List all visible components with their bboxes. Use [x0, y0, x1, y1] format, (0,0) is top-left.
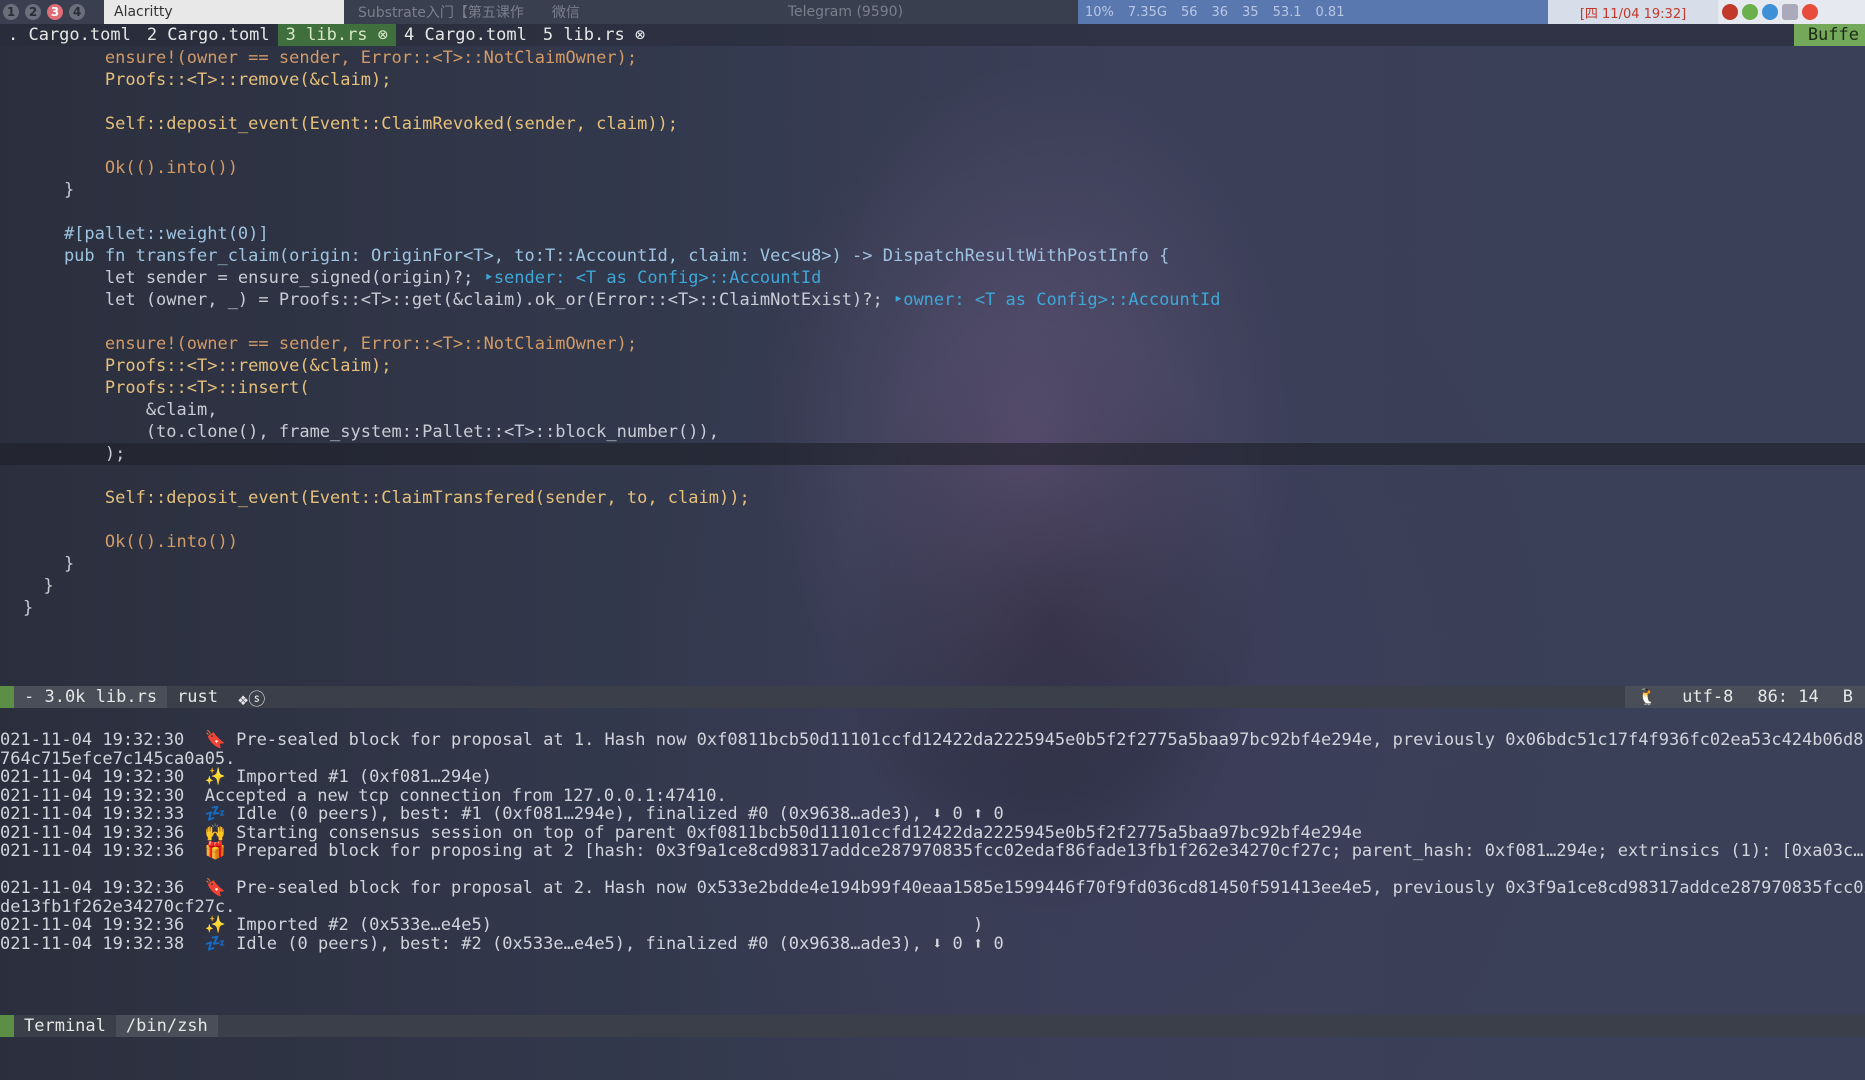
load-stat: 0.81: [1315, 4, 1345, 20]
code-text: Proofs::<T>::remove(&claim);: [23, 70, 392, 90]
file-info: - 3.0k lib.rs: [14, 686, 168, 708]
code-text: pub fn transfer_claim(origin: OriginFor<…: [23, 246, 1170, 266]
terminal-line: 021-11-04 19:32:38 💤 Idle (0 peers), bes…: [0, 933, 1004, 954]
cpu-stat: 10%: [1085, 4, 1114, 20]
code-text: }: [23, 180, 75, 200]
code-text: }: [23, 576, 54, 596]
code-text: Self::deposit_event(Event::ClaimRevoked(…: [23, 114, 679, 134]
code-text: let (owner, _) = Proofs::<T>::get(&claim…: [23, 290, 1221, 310]
code-line[interactable]: ensure!(owner == sender, Error::<T>::Not…: [0, 333, 1865, 355]
terminal-mode-indicator: [0, 1015, 14, 1037]
code-line[interactable]: Self::deposit_event(Event::ClaimTransfer…: [0, 487, 1865, 509]
cursor-position: 86: 14: [1745, 686, 1831, 708]
code-line[interactable]: [0, 311, 1865, 333]
workspace-3[interactable]: 3: [44, 0, 66, 24]
stat-3: 56: [1180, 4, 1198, 20]
code-line[interactable]: pub fn transfer_claim(origin: OriginFor<…: [0, 245, 1865, 267]
firefox-icon[interactable]: [1722, 4, 1738, 20]
system-stats: 10% 7.35G 56 36 35 53.1 0.81: [1078, 0, 1548, 24]
code-text: &claim,: [23, 400, 218, 420]
tab-cargo-toml-1[interactable]: . Cargo.toml: [0, 24, 139, 46]
code-line[interactable]: [0, 91, 1865, 113]
code-text: Self::deposit_event(Event::ClaimTransfer…: [23, 488, 750, 508]
code-text: ensure!(owner == sender, Error::<T>::Not…: [23, 48, 638, 68]
stat-4: 36: [1211, 4, 1229, 20]
tab-lib-rs-current[interactable]: 3 lib.rs ⊗: [277, 24, 397, 46]
buffers-label: Buffe: [1793, 24, 1865, 46]
terminal-statusline: Terminal /bin/zsh: [0, 1015, 1865, 1037]
code-line[interactable]: }: [0, 597, 1865, 619]
buffer-tabline: . Cargo.toml 2 Cargo.toml 3 lib.rs ⊗ 4 C…: [0, 24, 1865, 46]
code-line[interactable]: Self::deposit_event(Event::ClaimRevoked(…: [0, 113, 1865, 135]
encoding: utf-8: [1670, 686, 1746, 708]
code-line[interactable]: Ok(().into()): [0, 157, 1865, 179]
code-editor[interactable]: ensure!(owner == sender, Error::<T>::Not…: [0, 47, 1865, 687]
code-line[interactable]: [0, 465, 1865, 487]
code-line[interactable]: let sender = ensure_signed(origin)?; ‣se…: [0, 267, 1865, 289]
code-line[interactable]: }: [0, 179, 1865, 201]
code-line[interactable]: }: [0, 553, 1865, 575]
mode-indicator: [0, 686, 14, 708]
code-line[interactable]: (to.clone(), frame_system::Pallet::<T>::…: [0, 421, 1865, 443]
code-line[interactable]: &claim,: [0, 399, 1865, 421]
editor-statusline: - 3.0k lib.rs rust ❖ⓢ 🐧 utf-8 86: 14 B: [0, 686, 1865, 710]
code-text: }: [23, 598, 34, 618]
code-line[interactable]: [0, 135, 1865, 157]
tab-lib-rs-5[interactable]: 5 lib.rs ⊗: [535, 24, 653, 46]
system-tray: [1718, 0, 1865, 24]
code-line[interactable]: ensure!(owner == sender, Error::<T>::Not…: [0, 47, 1865, 69]
code-text: Proofs::<T>::insert(: [23, 378, 310, 398]
code-text: Proofs::<T>::remove(&claim);: [23, 356, 392, 376]
wechat-icon[interactable]: [1742, 4, 1758, 20]
code-line[interactable]: }: [0, 575, 1865, 597]
code-text: Ok(().into()): [23, 158, 238, 178]
statusline-tail: B: [1830, 686, 1865, 708]
input-method-icon[interactable]: [1802, 4, 1818, 20]
code-text: }: [23, 554, 75, 574]
linux-icon: 🐧: [1624, 686, 1671, 708]
workspace-1[interactable]: 1: [0, 0, 22, 24]
code-line[interactable]: Proofs::<T>::remove(&claim);: [0, 355, 1865, 377]
code-text: );: [23, 444, 126, 464]
window-title-wechat[interactable]: 微信: [538, 2, 594, 22]
code-line[interactable]: Proofs::<T>::remove(&claim);: [0, 69, 1865, 91]
terminal-name: Terminal: [24, 1016, 106, 1036]
code-text: (to.clone(), frame_system::Pallet::<T>::…: [23, 422, 719, 442]
lsp-status-icons: ❖ⓢ: [238, 689, 266, 710]
code-line[interactable]: [0, 201, 1865, 223]
code-line[interactable]: [0, 509, 1865, 531]
stat-6: 53.1: [1272, 4, 1302, 20]
code-text: Ok(().into()): [23, 532, 238, 552]
terminal-line: 021-11-04 19:32:30 🔖 Pre-sealed block fo…: [0, 730, 1865, 750]
battery-icon: [1782, 4, 1798, 20]
code-text: #[pallet::weight(0)]: [23, 224, 269, 244]
workspace-4[interactable]: 4: [66, 0, 88, 24]
code-line[interactable]: #[pallet::weight(0)]: [0, 223, 1865, 245]
memory-stat: 7.35G: [1127, 4, 1167, 20]
clock: [四 11/04 19:32]: [1548, 0, 1718, 24]
terminal-line: 021-11-04 19:32:36 🔖 Pre-sealed block fo…: [0, 878, 1865, 898]
top-status-bar: 1 2 3 4 Alacritty Substrate入门【第五课作 微信 Te…: [0, 0, 1865, 24]
code-line[interactable]: Proofs::<T>::insert(: [0, 377, 1865, 399]
code-text: let sender = ensure_signed(origin)?; ‣se…: [23, 268, 822, 288]
window-title-substrate[interactable]: Substrate入门【第五课作: [344, 2, 538, 22]
active-window-title[interactable]: Alacritty: [104, 0, 344, 24]
tab-cargo-toml-2[interactable]: 2 Cargo.toml: [139, 24, 278, 46]
code-text: ensure!(owner == sender, Error::<T>::Not…: [23, 334, 638, 354]
code-line[interactable]: let (owner, _) = Proofs::<T>::get(&claim…: [0, 289, 1865, 311]
code-line[interactable]: );: [0, 443, 1865, 465]
network-icon[interactable]: [1762, 4, 1778, 20]
terminal-shell: /bin/zsh: [115, 1015, 218, 1037]
terminal-line: 021-11-04 19:32:36 🎁 Prepared block for …: [0, 841, 1865, 861]
code-line[interactable]: Ok(().into()): [0, 531, 1865, 553]
workspace-2[interactable]: 2: [22, 0, 44, 24]
tab-cargo-toml-4[interactable]: 4 Cargo.toml: [396, 24, 535, 46]
filetype: rust: [177, 687, 219, 707]
window-title-telegram[interactable]: Telegram (9590): [774, 4, 917, 20]
temperature-stat: 35: [1242, 4, 1259, 20]
